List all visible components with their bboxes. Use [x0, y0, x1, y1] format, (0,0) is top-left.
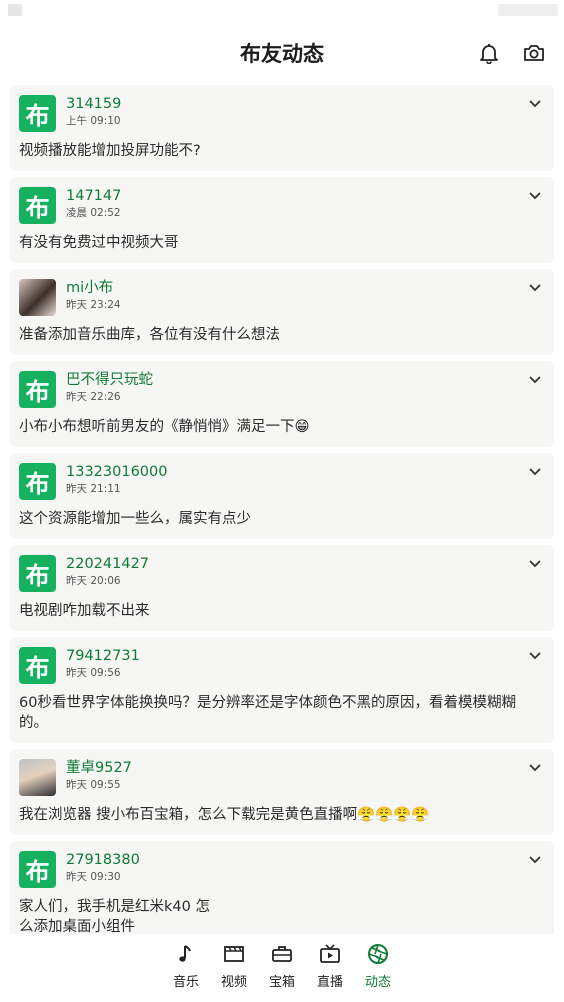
post-text: 家人们，我手机是红米k40 怎么添加桌面小组件 — [19, 899, 210, 935]
avatar-logo-char: 布 — [25, 857, 50, 886]
post-time: 上午 09:10 — [66, 115, 121, 127]
post-username[interactable]: 巴不得只玩蛇 — [66, 371, 153, 389]
tab-label: 宝箱 — [268, 975, 295, 990]
chevron-down-icon[interactable] — [528, 651, 542, 661]
tab-label: 音乐 — [172, 975, 199, 990]
post-feed[interactable]: 布 314159 上午 09:10 视频播放能增加投屏功能不? 布 147147… — [10, 85, 554, 935]
post-text: 视频播放能增加投屏功能不? — [19, 143, 201, 159]
post-username[interactable]: mi小布 — [66, 279, 121, 297]
post-text: 有没有免费过中视频大哥 — [19, 235, 179, 251]
post-text: 我在浏览器 搜小布百宝箱，怎么下载完是黄色直播啊😤😤😤😤 — [19, 807, 430, 823]
avatar-logo-char: 布 — [25, 193, 50, 222]
post-time: 昨天 22:26 — [66, 391, 121, 403]
post-text: 电视剧咋加载不出来 — [19, 603, 150, 619]
chevron-down-icon[interactable] — [528, 467, 542, 477]
tab-video[interactable]: 视频 — [210, 934, 258, 1002]
avatar[interactable]: 布 — [19, 555, 56, 592]
avatar[interactable] — [19, 279, 56, 316]
post-card[interactable]: 布 79412731 昨天 09:56 60秒看世界字体能换换吗？是分辨率还是字… — [10, 637, 554, 743]
post-text: 小布小布想听前男友的《静悄悄》满足一下😁 — [19, 419, 310, 435]
tab-music[interactable]: 音乐 — [162, 934, 210, 1002]
avatar-logo-char: 布 — [25, 377, 50, 406]
post-time: 凌晨 02:52 — [66, 207, 121, 219]
post-username[interactable]: 27918380 — [66, 851, 140, 869]
post-text: 准备添加音乐曲库，各位有没有什么想法 — [19, 327, 280, 343]
post-username[interactable]: 220241427 — [66, 555, 149, 573]
bottom-tab-bar: 音乐 视频 宝箱 直播 动态 — [0, 934, 564, 1002]
avatar-logo-char: 布 — [25, 101, 50, 130]
post-username[interactable]: 13323016000 — [66, 463, 167, 481]
tab-live[interactable]: 直播 — [306, 934, 354, 1002]
tab-label: 动态 — [364, 975, 391, 990]
post-card[interactable]: 布 13323016000 昨天 21:11 这个资源能增加一些么，属实有点少 — [10, 453, 554, 539]
post-time: 昨天 20:06 — [66, 575, 121, 587]
avatar[interactable]: 布 — [19, 187, 56, 224]
toolbox-icon — [258, 943, 306, 965]
avatar[interactable]: 布 — [19, 371, 56, 408]
post-card[interactable]: 布 220241427 昨天 20:06 电视剧咋加载不出来 — [10, 545, 554, 631]
avatar[interactable]: 布 — [19, 463, 56, 500]
post-username[interactable]: 314159 — [66, 95, 121, 113]
status-bar-right — [498, 4, 558, 16]
post-time: 昨天 23:24 — [66, 299, 121, 311]
post-card[interactable]: 董卓9527 昨天 09:55 我在浏览器 搜小布百宝箱，怎么下载完是黄色直播啊… — [10, 749, 554, 835]
post-time: 昨天 21:11 — [66, 483, 121, 495]
camera-icon[interactable] — [521, 40, 547, 66]
tab-moments[interactable]: 动态 — [354, 934, 402, 1002]
chevron-down-icon[interactable] — [528, 559, 542, 569]
post-time: 昨天 09:55 — [66, 779, 121, 791]
post-card[interactable]: 布 314159 上午 09:10 视频播放能增加投屏功能不? — [10, 85, 554, 171]
post-card[interactable]: 布 巴不得只玩蛇 昨天 22:26 小布小布想听前男友的《静悄悄》满足一下😁 — [10, 361, 554, 447]
post-text: 60秒看世界字体能换换吗？是分辨率还是字体颜色不黑的原因，看着模模糊糊的。 — [19, 695, 516, 731]
chevron-down-icon[interactable] — [528, 191, 542, 201]
post-card[interactable]: 布 27918380 昨天 09:30 家人们，我手机是红米k40 怎么添加桌面… — [10, 841, 554, 935]
chevron-down-icon[interactable] — [528, 375, 542, 385]
avatar[interactable]: 布 — [19, 647, 56, 684]
tab-label: 直播 — [316, 975, 343, 990]
header: 布友动态 — [0, 22, 564, 84]
post-time: 昨天 09:56 — [66, 667, 121, 679]
tab-toolbox[interactable]: 宝箱 — [258, 934, 306, 1002]
aperture-icon — [354, 943, 402, 965]
post-text: 这个资源能增加一些么，属实有点少 — [19, 511, 251, 527]
status-bar-left — [8, 4, 22, 16]
avatar-logo-char: 布 — [25, 561, 50, 590]
chevron-down-icon[interactable] — [528, 283, 542, 293]
post-card[interactable]: 布 147147 凌晨 02:52 有没有免费过中视频大哥 — [10, 177, 554, 263]
music-note-icon — [162, 943, 210, 965]
tv-play-icon — [306, 943, 354, 965]
avatar-logo-char: 布 — [25, 469, 50, 498]
avatar[interactable]: 布 — [19, 95, 56, 132]
post-username[interactable]: 79412731 — [66, 647, 140, 665]
chevron-down-icon[interactable] — [528, 855, 542, 865]
status-bar — [0, 0, 564, 22]
bell-icon[interactable] — [476, 40, 502, 66]
chevron-down-icon[interactable] — [528, 763, 542, 773]
chevron-down-icon[interactable] — [528, 99, 542, 109]
post-time: 昨天 09:30 — [66, 871, 121, 883]
post-card[interactable]: mi小布 昨天 23:24 准备添加音乐曲库，各位有没有什么想法 — [10, 269, 554, 355]
post-username[interactable]: 147147 — [66, 187, 121, 205]
post-username[interactable]: 董卓9527 — [66, 759, 132, 777]
avatar[interactable]: 布 — [19, 851, 56, 888]
tab-label: 视频 — [220, 975, 247, 990]
film-icon — [210, 943, 258, 965]
avatar-logo-char: 布 — [25, 653, 50, 682]
avatar[interactable] — [19, 759, 56, 796]
